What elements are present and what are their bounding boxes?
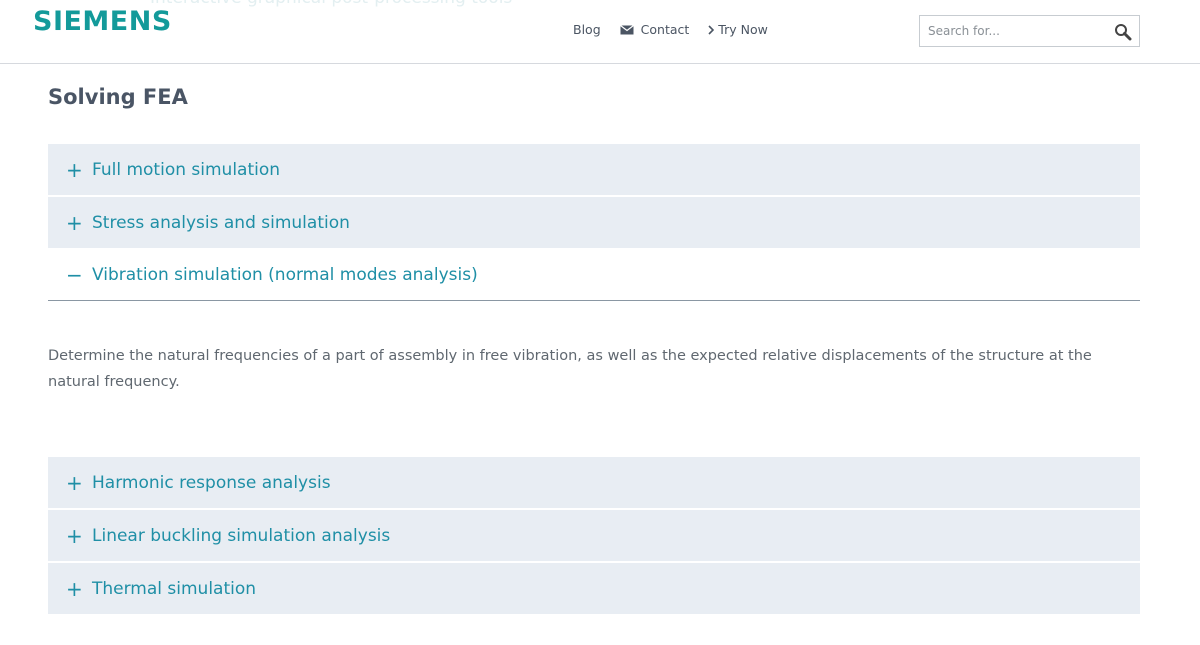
magnifier-icon[interactable] [1114,23,1132,45]
nav-try-now-link[interactable]: Try Now [708,22,768,37]
accordion-top: + Full motion simulation + Stress analys… [48,144,1140,395]
nav-blog-label: Blog [573,22,601,37]
nav-contact-link[interactable]: Contact [619,22,690,37]
plus-icon: + [66,157,83,182]
accordion-body-vibration: Determine the natural frequencies of a p… [48,348,1092,390]
site-header: Interactive graphical post-processing to… [0,0,1200,64]
nav-try-now-label: Try Now [718,22,768,37]
plus-icon: + [66,210,83,235]
top-nav: Blog Contact Try Now [573,22,787,37]
accordion-item-linear-buckling[interactable]: + Linear buckling simulation analysis [48,510,1140,561]
plus-icon: + [66,523,83,548]
accordion-item-harmonic[interactable]: + Harmonic response analysis [48,457,1140,508]
minus-icon: − [66,263,83,287]
accordion-item-vibration[interactable]: − Vibration simulation (normal modes ana… [48,250,1140,301]
accordion-item-full-motion[interactable]: + Full motion simulation [48,144,1140,195]
chevron-right-icon [708,24,715,35]
accordion-item-label: Vibration simulation (normal modes analy… [92,265,478,285]
envelope-icon [619,24,634,35]
accordion-item-label: Harmonic response analysis [92,472,331,493]
page-title: Solving FEA [48,85,188,109]
nav-contact-label: Contact [640,22,690,37]
accordion-item-thermal[interactable]: + Thermal simulation [48,563,1140,614]
plus-icon: + [66,470,83,495]
accordion-item-label: Stress analysis and simulation [92,212,350,233]
accordion-bottom: + Harmonic response analysis + Linear bu… [48,457,1140,616]
search-box [919,15,1140,47]
accordion-item-label: Linear buckling simulation analysis [92,525,391,546]
search-input[interactable] [920,16,1105,46]
accordion-item-stress-analysis[interactable]: + Stress analysis and simulation [48,197,1140,248]
siemens-logo[interactable]: SIEMENS [33,6,172,37]
plus-icon: + [66,576,83,601]
accordion-item-label: Thermal simulation [92,578,257,599]
nav-blog-link[interactable]: Blog [573,22,601,37]
ghost-heading: Interactive graphical post-processing to… [150,0,512,8]
accordion-item-label: Full motion simulation [92,159,281,180]
